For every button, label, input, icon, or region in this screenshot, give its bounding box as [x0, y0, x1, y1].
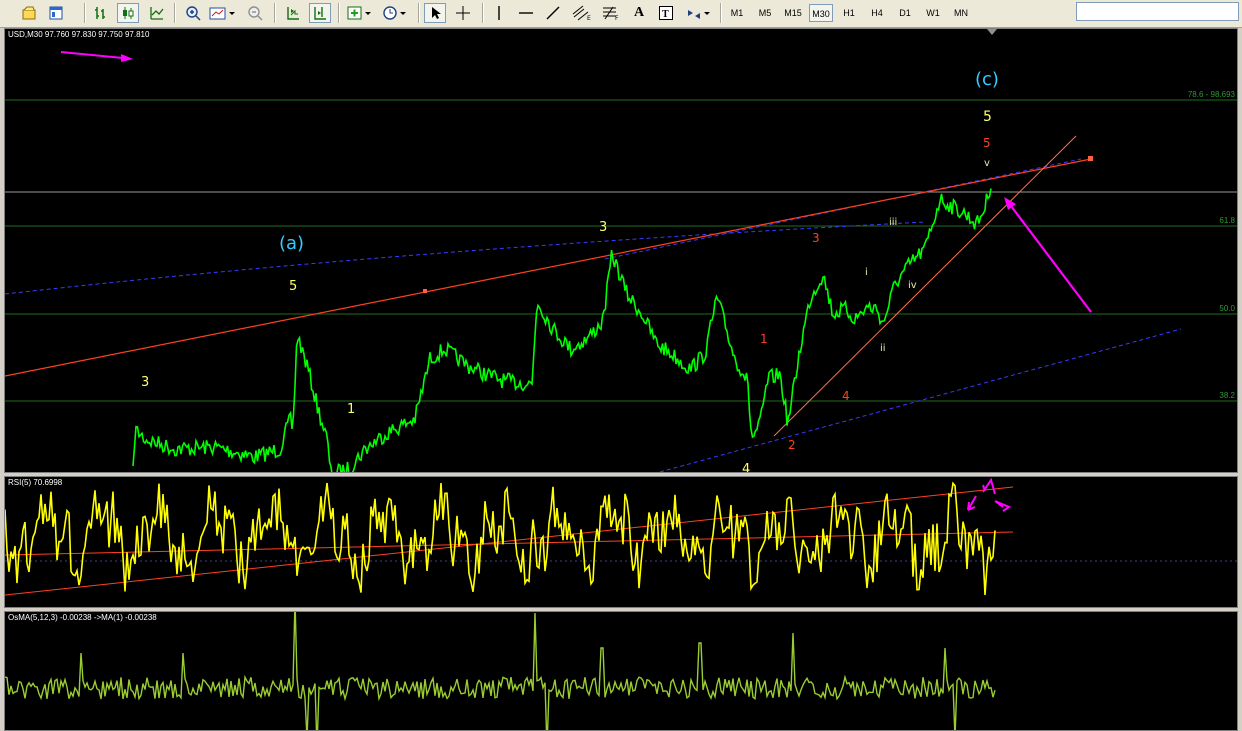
candles-icon[interactable]: [117, 3, 139, 23]
wave-1-label: 1: [347, 402, 355, 417]
wave-a-label: (a): [279, 233, 304, 254]
wave-c-label: (c): [975, 69, 999, 90]
price-series: [132, 188, 992, 472]
resistance-trendline[interactable]: [5, 156, 1093, 377]
timeframe-m1[interactable]: M1: [726, 4, 748, 22]
zoom-out-icon[interactable]: [244, 3, 266, 23]
rsi-series: [5, 481, 996, 596]
search-input[interactable]: [1076, 2, 1239, 21]
wave-r4-label: 4: [842, 389, 850, 403]
wave-r2-label: 2: [788, 438, 796, 452]
indicators-icon[interactable]: [345, 3, 375, 23]
osma-pane[interactable]: OsMA(5,12,3) -0.00238 ->MA(1) -0.00238: [4, 611, 1238, 731]
periods-icon[interactable]: [380, 3, 410, 23]
timeframe-h1[interactable]: H1: [838, 4, 860, 22]
fib-levels: [5, 99, 1237, 402]
timeframe-d1[interactable]: D1: [894, 4, 916, 22]
crosshair-icon[interactable]: [452, 3, 474, 23]
svg-text:T: T: [662, 9, 669, 20]
chart-template-icon[interactable]: [207, 3, 237, 23]
chart-shift-marker[interactable]: [987, 29, 997, 35]
wave-r1-label: 1: [760, 332, 768, 346]
trendline-icon[interactable]: [542, 3, 564, 23]
timeframe-h4[interactable]: H4: [866, 4, 888, 22]
wave-i-label: i: [865, 267, 868, 278]
timeframe-w1[interactable]: W1: [922, 4, 944, 22]
price-chart-canvas: 78.6 - 98.693 61.8 50.0 38.2 (a) (c) 3 5…: [5, 29, 1237, 473]
horizontal-line-icon[interactable]: [515, 3, 537, 23]
channel-icon[interactable]: E: [569, 3, 595, 23]
label-icon[interactable]: T: [655, 3, 677, 23]
osma-canvas: [5, 612, 996, 730]
wave-3-left-label: 3: [141, 375, 149, 390]
wave-r5-label: 5: [983, 136, 991, 150]
annotation-arrows: [60, 51, 1092, 313]
wave-4-label: 4: [742, 462, 750, 473]
rsi-title: RSI(5) 70.6998: [8, 478, 63, 487]
timeframe-m15[interactable]: M15: [781, 4, 805, 22]
fib-label-786: 78.6 - 98.693: [1188, 90, 1236, 99]
timeframe-m30[interactable]: M30: [809, 4, 833, 22]
text-icon[interactable]: A: [628, 3, 650, 23]
vertical-line-icon[interactable]: [488, 3, 510, 23]
fib-label-618: 61.8: [1219, 216, 1235, 225]
wave-ii-label: ii: [880, 343, 886, 354]
channel-lines[interactable]: [5, 158, 1182, 473]
fibonacci-icon[interactable]: F: [599, 3, 623, 23]
wave-5-top-label: 5: [983, 109, 992, 125]
wave-5-a-label: 5: [289, 279, 297, 294]
timeframe-mn[interactable]: MN: [949, 4, 973, 22]
wave-iii-label: iii: [889, 217, 897, 228]
rsi-pane[interactable]: RSI(5) 70.6998: [4, 476, 1238, 608]
profiles-icon[interactable]: [45, 3, 67, 23]
price-chart-pane[interactable]: 78.6 - 98.693 61.8 50.0 38.2 (a) (c) 3 5…: [4, 28, 1238, 473]
cursor-icon[interactable]: [424, 3, 446, 23]
price-chart-title: USD,M30 97.760 97.830 97.750 97.810: [8, 30, 150, 39]
timeframe-m5[interactable]: M5: [754, 4, 776, 22]
osma-series: [5, 612, 996, 730]
bar-chart-icon[interactable]: [90, 3, 112, 23]
svg-text:E: E: [587, 15, 591, 21]
chart-shift-icon[interactable]: [309, 3, 331, 23]
fib-label-382: 38.2: [1219, 391, 1235, 400]
line-chart-icon[interactable]: [146, 3, 168, 23]
osma-title: OsMA(5,12,3) -0.00238 ->MA(1) -0.00238: [8, 613, 157, 622]
rsi-canvas: [5, 477, 1237, 596]
wave-labels: (a) (c) 3 5 1 3 4 5 1 2 3 4 5 i ii iii i…: [141, 69, 999, 473]
arrows-icon[interactable]: [684, 3, 714, 23]
fib-label-500: 50.0: [1219, 304, 1235, 313]
zoom-in-icon[interactable]: [182, 3, 204, 23]
wave-r3-label: 3: [812, 231, 820, 245]
wave-iv-label: iv: [908, 280, 917, 291]
wave-v-label: v: [984, 158, 990, 169]
toolbar: E F A T M1 M5 M15 M30 H1 H4 D1 W1 MN: [0, 0, 1242, 28]
svg-text:F: F: [615, 15, 619, 21]
open-chart-icon[interactable]: [18, 3, 40, 23]
autoscroll-icon[interactable]: [282, 3, 304, 23]
wave-3-mid-label: 3: [599, 220, 607, 235]
